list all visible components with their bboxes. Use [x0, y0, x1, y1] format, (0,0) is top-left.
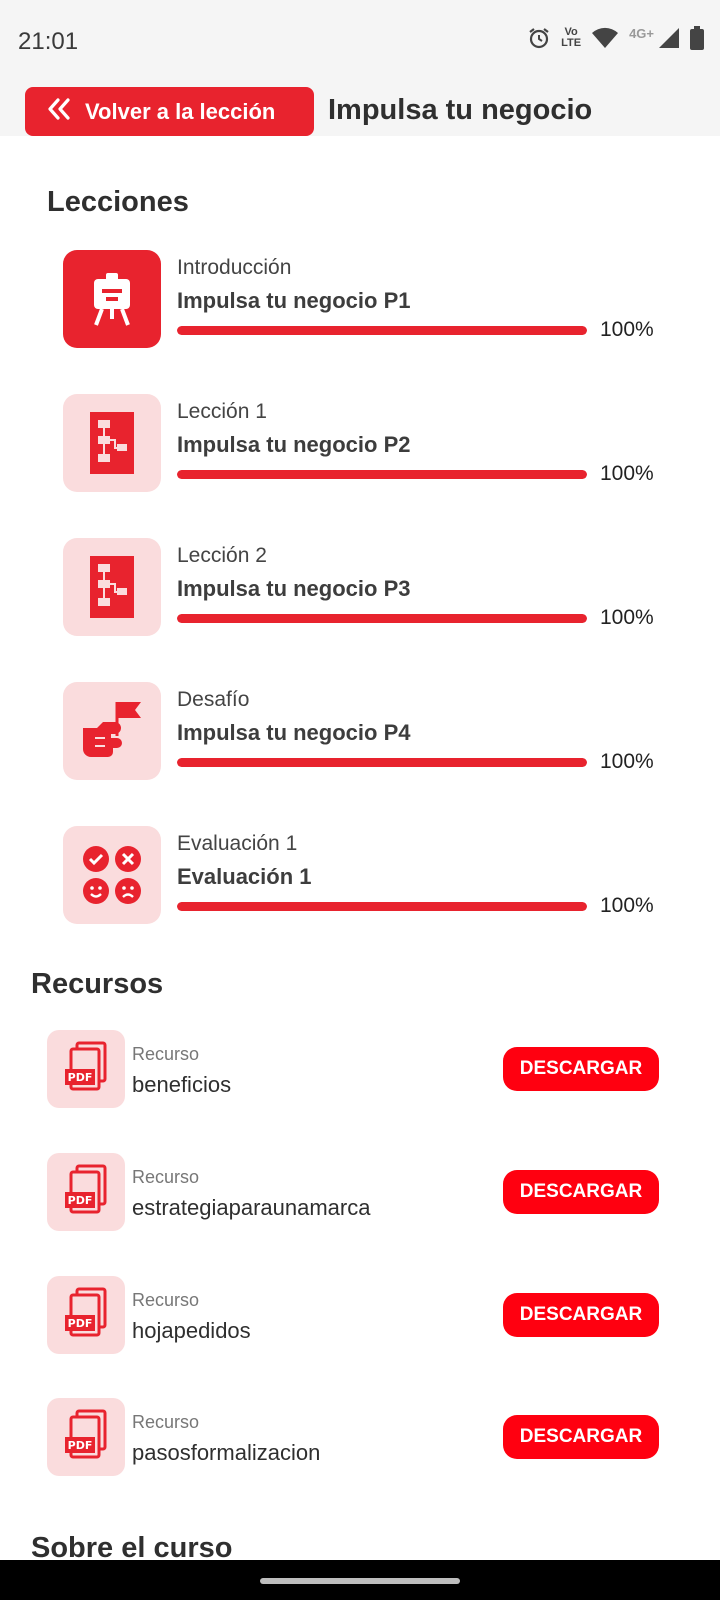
- lesson-item[interactable]: Evaluación 1 Evaluación 1 100%: [63, 826, 663, 924]
- pdf-icon: PDF: [47, 1153, 125, 1231]
- volte-label-bottom: LTE: [561, 37, 582, 49]
- back-button-label: Volver a la lección: [85, 98, 276, 124]
- presentation-board-icon: [63, 250, 161, 348]
- lesson-progress-fill: [177, 758, 587, 767]
- status-bar: 21:01 Vo LTE 4G+: [0, 0, 720, 84]
- lesson-progress-label: 100%: [600, 462, 654, 485]
- lesson-name: Impulsa tu negocio P4: [177, 720, 411, 745]
- lesson-name: Evaluación 1: [177, 864, 312, 889]
- lesson-progress-bar: [177, 758, 587, 767]
- svg-text:PDF: PDF: [68, 1194, 93, 1207]
- download-button[interactable]: DESCARGAR: [503, 1415, 659, 1459]
- volte-icon: Vo LTE: [561, 27, 581, 49]
- lesson-item[interactable]: Lección 1 Impulsa tu negocio P2 100%: [63, 394, 663, 492]
- lesson-name: Impulsa tu negocio P1: [177, 288, 411, 313]
- double-chevron-left-icon: [47, 97, 85, 126]
- pdf-icon: PDF: [47, 1030, 125, 1108]
- lesson-progress-bar: [177, 326, 587, 335]
- lesson-name: Impulsa tu negocio P3: [177, 576, 411, 601]
- fist-flag-icon: [63, 682, 161, 780]
- page-title: Impulsa tu negocio: [328, 94, 593, 126]
- lesson-progress-bar: [177, 470, 587, 479]
- system-navigation-bar: [0, 1560, 720, 1600]
- lesson-type: Lección 2: [177, 544, 267, 567]
- download-button[interactable]: DESCARGAR: [503, 1293, 659, 1337]
- svg-text:PDF: PDF: [68, 1317, 93, 1330]
- lesson-item[interactable]: Lección 2 Impulsa tu negocio P3 100%: [63, 538, 663, 636]
- status-icons: Vo LTE 4G+: [527, 26, 704, 50]
- lesson-progress-label: 100%: [600, 606, 654, 629]
- resources-section-title: Recursos: [31, 968, 164, 1000]
- resource-item: PDF Recurso hojapedidos DESCARGAR: [47, 1276, 675, 1354]
- svg-text:PDF: PDF: [68, 1439, 93, 1452]
- resource-name: pasosformalizacion: [132, 1440, 321, 1465]
- resource-name: hojapedidos: [132, 1318, 251, 1343]
- alarm-icon: [527, 26, 551, 50]
- lesson-progress-bar: [177, 902, 587, 911]
- lesson-item[interactable]: Desafío Impulsa tu negocio P4 100%: [63, 682, 663, 780]
- battery-icon: [690, 26, 704, 50]
- lesson-progress-fill: [177, 614, 587, 623]
- pdf-icon: PDF: [47, 1276, 125, 1354]
- resource-item: PDF Recurso estrategiaparaunamarca DESCA…: [47, 1153, 675, 1231]
- flowchart-icon: [63, 538, 161, 636]
- lesson-type: Introducción: [177, 256, 292, 279]
- lesson-progress-fill: [177, 326, 587, 335]
- lesson-progress-fill: [177, 902, 587, 911]
- lesson-type: Desafío: [177, 688, 250, 711]
- lessons-section-title: Lecciones: [47, 186, 189, 218]
- lesson-name: Impulsa tu negocio P2: [177, 432, 411, 457]
- lesson-progress-fill: [177, 470, 587, 479]
- lesson-progress-bar: [177, 614, 587, 623]
- home-gesture-handle[interactable]: [260, 1578, 460, 1584]
- lesson-progress-label: 100%: [600, 318, 654, 341]
- download-button[interactable]: DESCARGAR: [503, 1047, 659, 1091]
- resource-type: Recurso: [132, 1167, 200, 1187]
- evaluation-faces-icon: [63, 826, 161, 924]
- lesson-progress-label: 100%: [600, 750, 654, 773]
- resource-type: Recurso: [132, 1412, 200, 1432]
- lesson-item[interactable]: Introducción Impulsa tu negocio P1 100%: [63, 250, 663, 348]
- resource-name: estrategiaparaunamarca: [132, 1195, 371, 1220]
- svg-text:PDF: PDF: [68, 1071, 93, 1084]
- resource-item: PDF Recurso pasosformalizacion DESCARGAR: [47, 1398, 675, 1476]
- resource-item: PDF Recurso beneficios DESCARGAR: [47, 1030, 675, 1108]
- flowchart-icon: [63, 394, 161, 492]
- status-time: 21:01: [18, 28, 79, 55]
- 4g-icon: 4G+: [629, 25, 654, 41]
- signal-icon: [658, 27, 680, 49]
- pdf-icon: PDF: [47, 1398, 125, 1476]
- lesson-progress-label: 100%: [600, 894, 654, 917]
- header-bar: Volver a la lección Impulsa tu negocio: [0, 84, 720, 136]
- resource-type: Recurso: [132, 1044, 200, 1064]
- lesson-type: Evaluación 1: [177, 832, 298, 855]
- resource-type: Recurso: [132, 1290, 200, 1310]
- back-to-lesson-button[interactable]: Volver a la lección: [25, 87, 314, 136]
- download-button[interactable]: DESCARGAR: [503, 1170, 659, 1214]
- wifi-icon: [591, 27, 619, 49]
- lesson-type: Lección 1: [177, 400, 267, 423]
- resource-name: beneficios: [132, 1072, 232, 1097]
